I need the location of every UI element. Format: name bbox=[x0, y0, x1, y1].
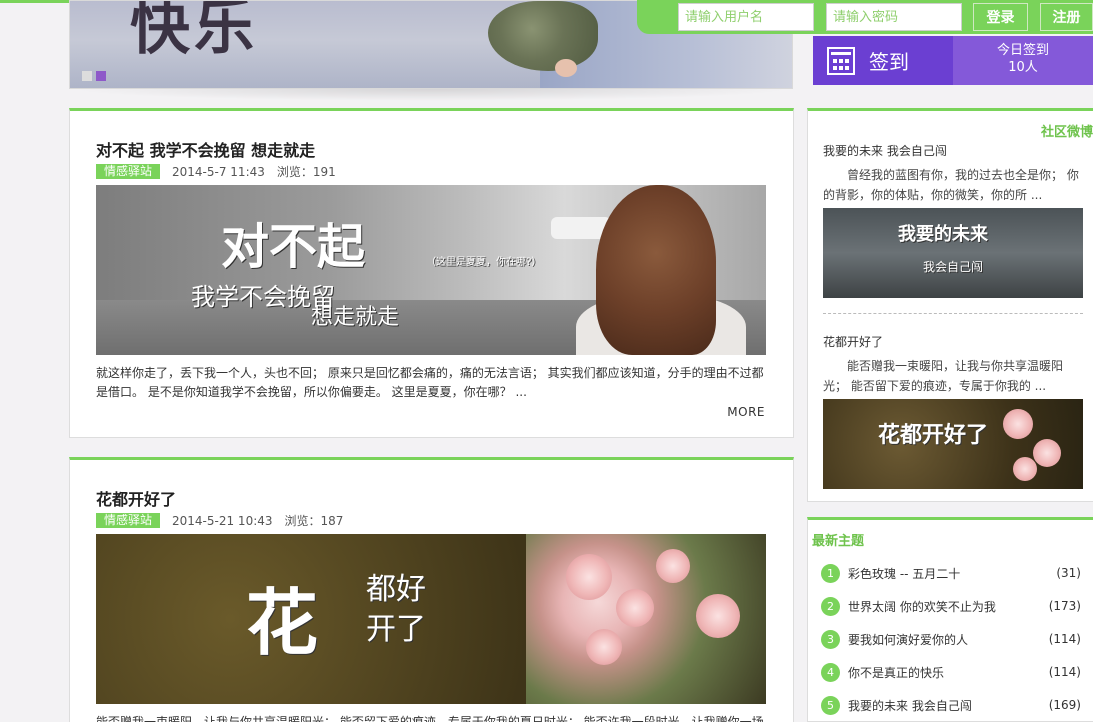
banner-hand bbox=[555, 59, 577, 77]
banner-shadow bbox=[69, 89, 793, 101]
latest-topics-header: 最新主题 bbox=[812, 534, 865, 549]
checkin-today-label: 今日签到 bbox=[996, 43, 1049, 58]
topic-item[interactable]: 1 彩色玫瑰 -- 五月二十 (31) bbox=[821, 562, 1081, 584]
topic-count: (169) bbox=[1048, 698, 1081, 712]
username-input[interactable] bbox=[678, 3, 814, 31]
post-title[interactable]: 花都开好了 bbox=[96, 486, 176, 510]
login-bar: 登录 注册 bbox=[637, 0, 1093, 34]
image-calligraphy-note: （这里是夏夏，你在哪?） bbox=[426, 257, 542, 268]
post-image[interactable]: 花 都好 开了 bbox=[96, 534, 766, 704]
slider-dot-2[interactable] bbox=[96, 71, 106, 81]
post-views: 浏览：191 bbox=[276, 165, 336, 179]
topic-rank: 5 bbox=[821, 695, 840, 715]
post-card: 花都开好了 情感驿站 2014-5-21 10:43 浏览：187 花 都好 开… bbox=[69, 457, 794, 722]
image-calligraphy-main: 花 bbox=[246, 580, 319, 665]
image-calligraphy-main: 对不起 bbox=[221, 219, 366, 275]
image-calligraphy-main: 花都开好了 bbox=[878, 422, 989, 448]
checkin-today-count: 10人 bbox=[1008, 60, 1038, 75]
weibo-header: 社区微博 bbox=[1040, 125, 1093, 140]
slider-dots bbox=[82, 71, 106, 81]
post-excerpt: 就这样你走了，丢下我一个人，头也不回； 原来只是回忆都会痛的，痛的无法言语； 其… bbox=[96, 366, 764, 399]
image-calligraphy-main: 我要的未来 bbox=[898, 224, 988, 245]
topic-title[interactable]: 要我如何演好爱你的人 bbox=[848, 631, 1041, 648]
post-meta: 情感驿站 2014-5-7 11:43 浏览：191 bbox=[96, 163, 336, 180]
post-views: 浏览：187 bbox=[284, 514, 344, 528]
topic-rank: 1 bbox=[821, 563, 840, 583]
post-title[interactable]: 对不起 我学不会挽留 想走就走 bbox=[96, 137, 315, 161]
topic-title[interactable]: 我要的未来 我会自己闯 bbox=[848, 697, 1041, 714]
topic-rank: 4 bbox=[821, 662, 840, 682]
topic-count: (114) bbox=[1048, 632, 1081, 646]
topic-item[interactable]: 2 世界太阔 你的欢笑不止为我 (173) bbox=[821, 595, 1081, 617]
weibo-panel: 社区微博 我要的未来 我会自己闯 曾经我的蓝图有你，我的过去也全是你； 你的背影… bbox=[807, 108, 1093, 502]
post-image[interactable]: 对不起 （这里是夏夏，你在哪?） 我学不会挽留 想走就走 bbox=[96, 185, 766, 355]
topic-item[interactable]: 4 你不是真正的快乐 (114) bbox=[821, 661, 1081, 683]
weibo-item-image[interactable]: 花都开好了 bbox=[823, 399, 1083, 489]
banner-title: 快乐 bbox=[130, 0, 258, 61]
image-calligraphy-sub2: 开了 bbox=[366, 612, 426, 647]
post-tag[interactable]: 情感驿站 bbox=[96, 164, 161, 179]
post-date: 2014-5-21 10:43 bbox=[172, 513, 273, 528]
more-link[interactable]: MORE bbox=[727, 405, 765, 419]
weibo-item-text: 能否赠我一束暖阳，让我与你共享温暖阳光； 能否留下爱的痕迹，专属于你我的 ... bbox=[823, 359, 1064, 393]
topic-count: (173) bbox=[1048, 599, 1081, 613]
calendar-icon bbox=[827, 46, 855, 75]
password-input[interactable] bbox=[826, 3, 962, 31]
slider-dot-1[interactable] bbox=[82, 71, 92, 81]
image-calligraphy-sub2: 想走就走 bbox=[311, 305, 400, 330]
topic-title[interactable]: 彩色玫瑰 -- 五月二十 bbox=[848, 565, 1041, 582]
latest-topics-panel: 最新主题 1 彩色玫瑰 -- 五月二十 (31) 2 世界太阔 你的欢笑不止为我… bbox=[807, 517, 1093, 722]
register-button[interactable]: 注册 bbox=[1040, 3, 1093, 31]
topic-count: (31) bbox=[1056, 566, 1081, 580]
checkin-panel: 签到 今日签到 10人 bbox=[813, 36, 1093, 85]
post-date: 2014-5-7 11:43 bbox=[172, 164, 265, 179]
post-card: 对不起 我学不会挽留 想走就走 情感驿站 2014-5-7 11:43 浏览：1… bbox=[69, 108, 794, 438]
post-meta: 情感驿站 2014-5-21 10:43 浏览：187 bbox=[96, 512, 343, 529]
topic-rank: 2 bbox=[821, 596, 840, 616]
topic-title[interactable]: 世界太阔 你的欢笑不止为我 bbox=[848, 598, 1041, 615]
post-excerpt: 能否赠我一束暖阳，让我与你共享温暖阳光； 能否留下爱的痕迹，专属于你我的夏日时光… bbox=[96, 715, 764, 722]
topic-count: (114) bbox=[1048, 665, 1081, 679]
post-tag[interactable]: 情感驿站 bbox=[96, 513, 161, 528]
weibo-item-title[interactable]: 花都开好了 bbox=[823, 333, 883, 350]
weibo-item-text: 曾经我的蓝图有你，我的过去也全是你； 你的背影，你的体贴，你的微笑，你的所 ..… bbox=[823, 168, 1079, 202]
image-calligraphy-sub1: 都好 bbox=[366, 572, 426, 607]
login-button[interactable]: 登录 bbox=[973, 3, 1028, 31]
weibo-item-title[interactable]: 我要的未来 我会自己闯 bbox=[823, 142, 947, 159]
checkin-today: 今日签到 10人 bbox=[953, 36, 1093, 85]
divider bbox=[823, 313, 1083, 314]
topic-title[interactable]: 你不是真正的快乐 bbox=[848, 664, 1041, 681]
checkin-label: 签到 bbox=[869, 50, 909, 74]
banner-flowers bbox=[488, 1, 598, 71]
topic-item[interactable]: 3 要我如何演好爱你的人 (114) bbox=[821, 628, 1081, 650]
image-calligraphy-sub: 我会自己闯 bbox=[923, 260, 984, 274]
topic-item[interactable]: 5 我要的未来 我会自己闯 (169) bbox=[821, 694, 1081, 716]
checkin-button[interactable]: 签到 bbox=[813, 36, 953, 85]
topic-rank: 3 bbox=[821, 629, 840, 649]
weibo-item-image[interactable]: 我要的未来 我会自己闯 bbox=[823, 208, 1083, 298]
